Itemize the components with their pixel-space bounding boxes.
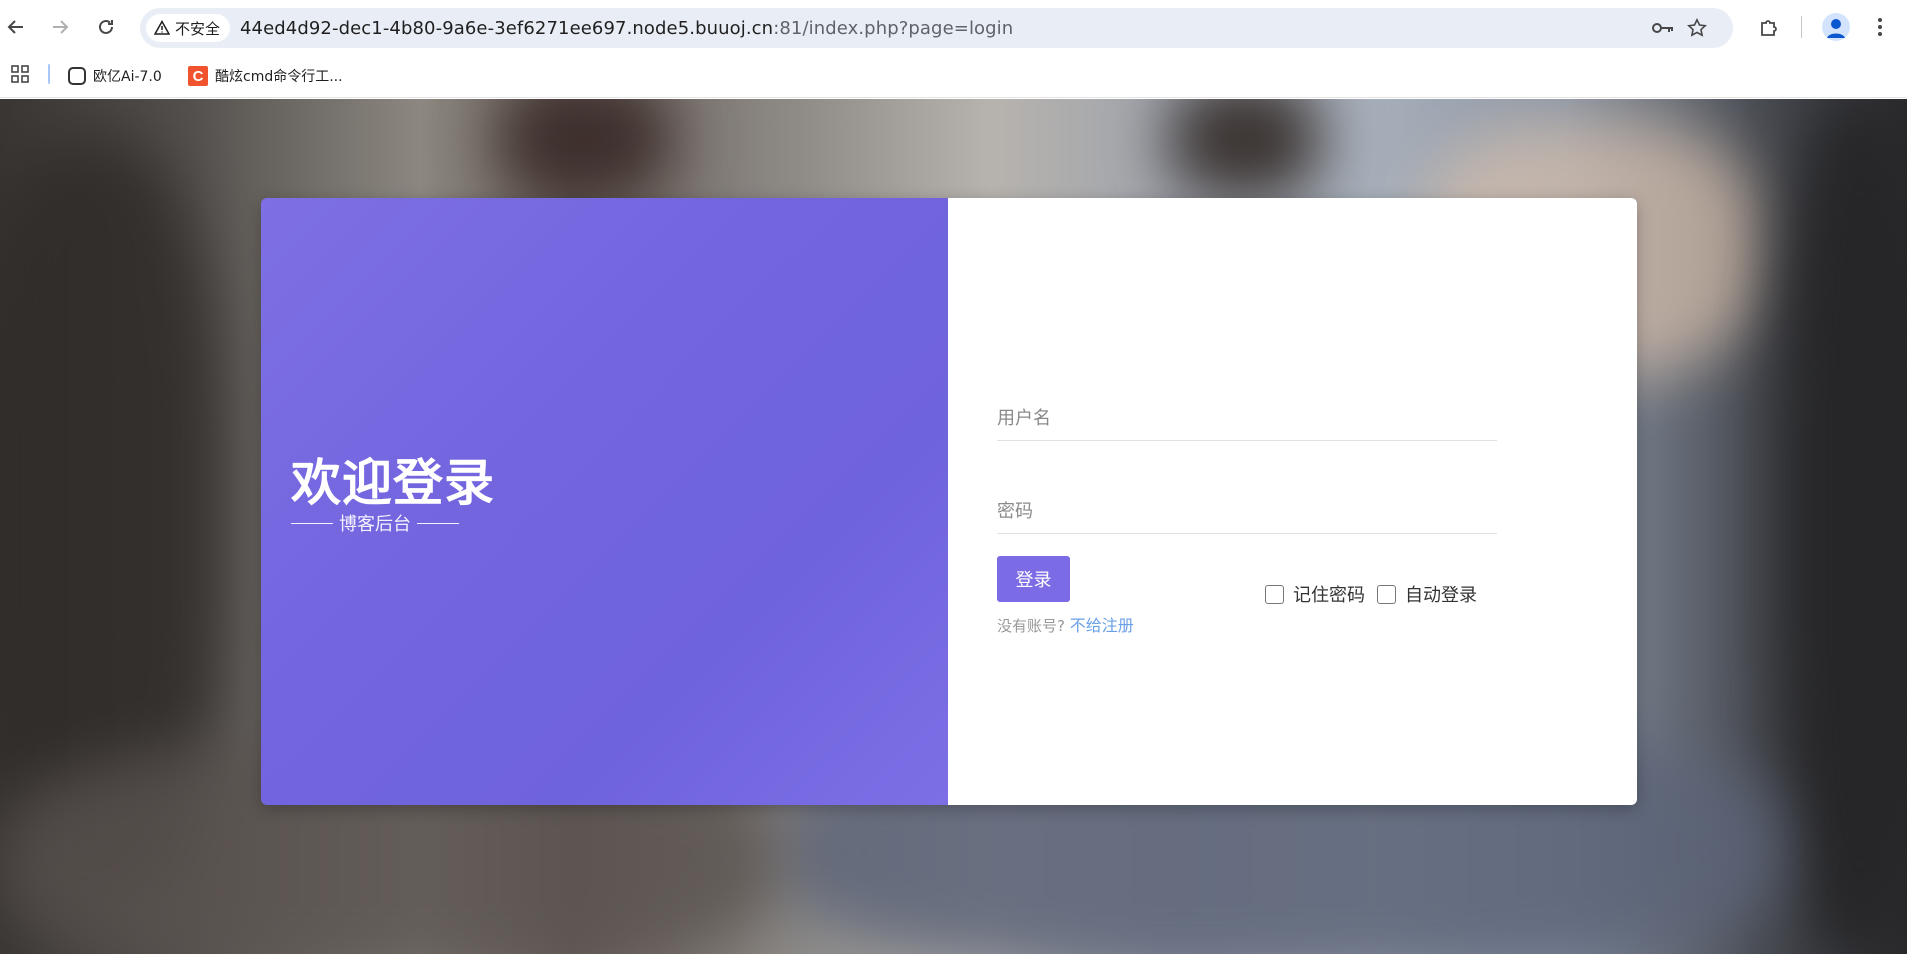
back-button[interactable] — [1, 12, 31, 42]
url-text[interactable]: 44ed4d92-dec1-4b80-9a6e-3ef6271ee697.nod… — [240, 18, 1013, 39]
auto-login-label: 自动登录 — [1405, 585, 1477, 606]
security-label: 不安全 — [175, 19, 221, 38]
login-options: 记住密码 自动登录 — [1265, 581, 1477, 607]
bookmarks-divider — [48, 64, 50, 84]
security-chip[interactable]: 不安全 — [146, 14, 231, 42]
remember-password-checkbox[interactable] — [1265, 584, 1284, 604]
bookmark-item-ouyi[interactable]: 欧亿Ai-7.0 — [68, 63, 162, 89]
auto-login-checkbox[interactable] — [1377, 584, 1396, 604]
apps-grid-icon[interactable] — [10, 64, 30, 84]
browser-menu-button[interactable] — [1866, 13, 1894, 41]
bookmark-label: 酷炫cmd命令行工... — [215, 69, 343, 85]
forward-arrow-icon — [53, 20, 69, 34]
no-account-text: 没有账号? — [997, 617, 1065, 635]
warning-icon — [154, 20, 170, 35]
profile-button[interactable] — [1822, 13, 1850, 41]
background-blur — [1780, 99, 1907, 954]
browser-toolbar: 不安全 44ed4d92-dec1-4b80-9a6e-3ef6271ee697… — [0, 0, 1907, 54]
remember-password-option[interactable]: 记住密码 — [1265, 581, 1365, 607]
bookmarks-bar: 欧亿Ai-7.0 C 酷炫cmd命令行工... — [0, 54, 1907, 98]
address-bar[interactable]: 不安全 44ed4d92-dec1-4b80-9a6e-3ef6271ee697… — [140, 8, 1733, 48]
bookmark-star-button[interactable] — [1685, 16, 1709, 40]
c-logo-icon: C — [188, 66, 208, 86]
register-link[interactable]: 不给注册 — [1070, 616, 1134, 635]
reload-button[interactable] — [91, 12, 121, 42]
welcome-title: 欢迎登录 — [291, 454, 495, 512]
puzzle-icon — [1761, 20, 1777, 36]
background-blur — [500, 99, 670, 199]
chat-bot-icon — [68, 67, 86, 85]
reload-icon — [99, 19, 113, 34]
key-icon — [1652, 23, 1673, 33]
forward-button[interactable] — [45, 12, 75, 42]
subtitle-text: 博客后台 — [339, 514, 411, 535]
welcome-subtitle: 博客后台 — [291, 510, 459, 536]
subtitle-line-right — [417, 522, 459, 524]
username-input[interactable] — [997, 397, 1497, 440]
star-icon — [1687, 18, 1707, 37]
register-hint: 没有账号? 不给注册 — [997, 612, 1134, 636]
login-button[interactable]: 登录 — [997, 556, 1070, 602]
password-key-button[interactable] — [1651, 16, 1675, 40]
background-blur — [1170, 99, 1320, 199]
auto-login-option[interactable]: 自动登录 — [1377, 581, 1477, 607]
password-input[interactable] — [997, 490, 1497, 533]
back-arrow-icon — [7, 20, 23, 34]
toolbar-divider — [1801, 16, 1802, 38]
kebab-menu-icon — [1878, 18, 1882, 36]
login-form-panel: 登录 没有账号? 不给注册 记住密码 自动登录 — [948, 198, 1637, 805]
profile-icon — [1827, 19, 1845, 38]
remember-password-label: 记住密码 — [1293, 585, 1365, 606]
password-field — [997, 490, 1497, 534]
url-host: 44ed4d92-dec1-4b80-9a6e-3ef6271ee697.nod… — [240, 18, 774, 39]
welcome-panel: 欢迎登录 博客后台 — [261, 198, 948, 805]
subtitle-line-left — [291, 522, 333, 524]
login-card: 欢迎登录 博客后台 登录 没有账号? 不给注册 记住密码 — [261, 198, 1637, 805]
page-viewport: 欢迎登录 博客后台 登录 没有账号? 不给注册 记住密码 — [0, 99, 1907, 954]
bookmark-label: 欧亿Ai-7.0 — [93, 69, 162, 85]
extensions-button[interactable] — [1755, 13, 1783, 41]
url-path: :81/index.php?page=login — [773, 18, 1014, 39]
username-field — [997, 397, 1497, 441]
bookmark-item-cmd[interactable]: C 酷炫cmd命令行工... — [188, 63, 343, 89]
